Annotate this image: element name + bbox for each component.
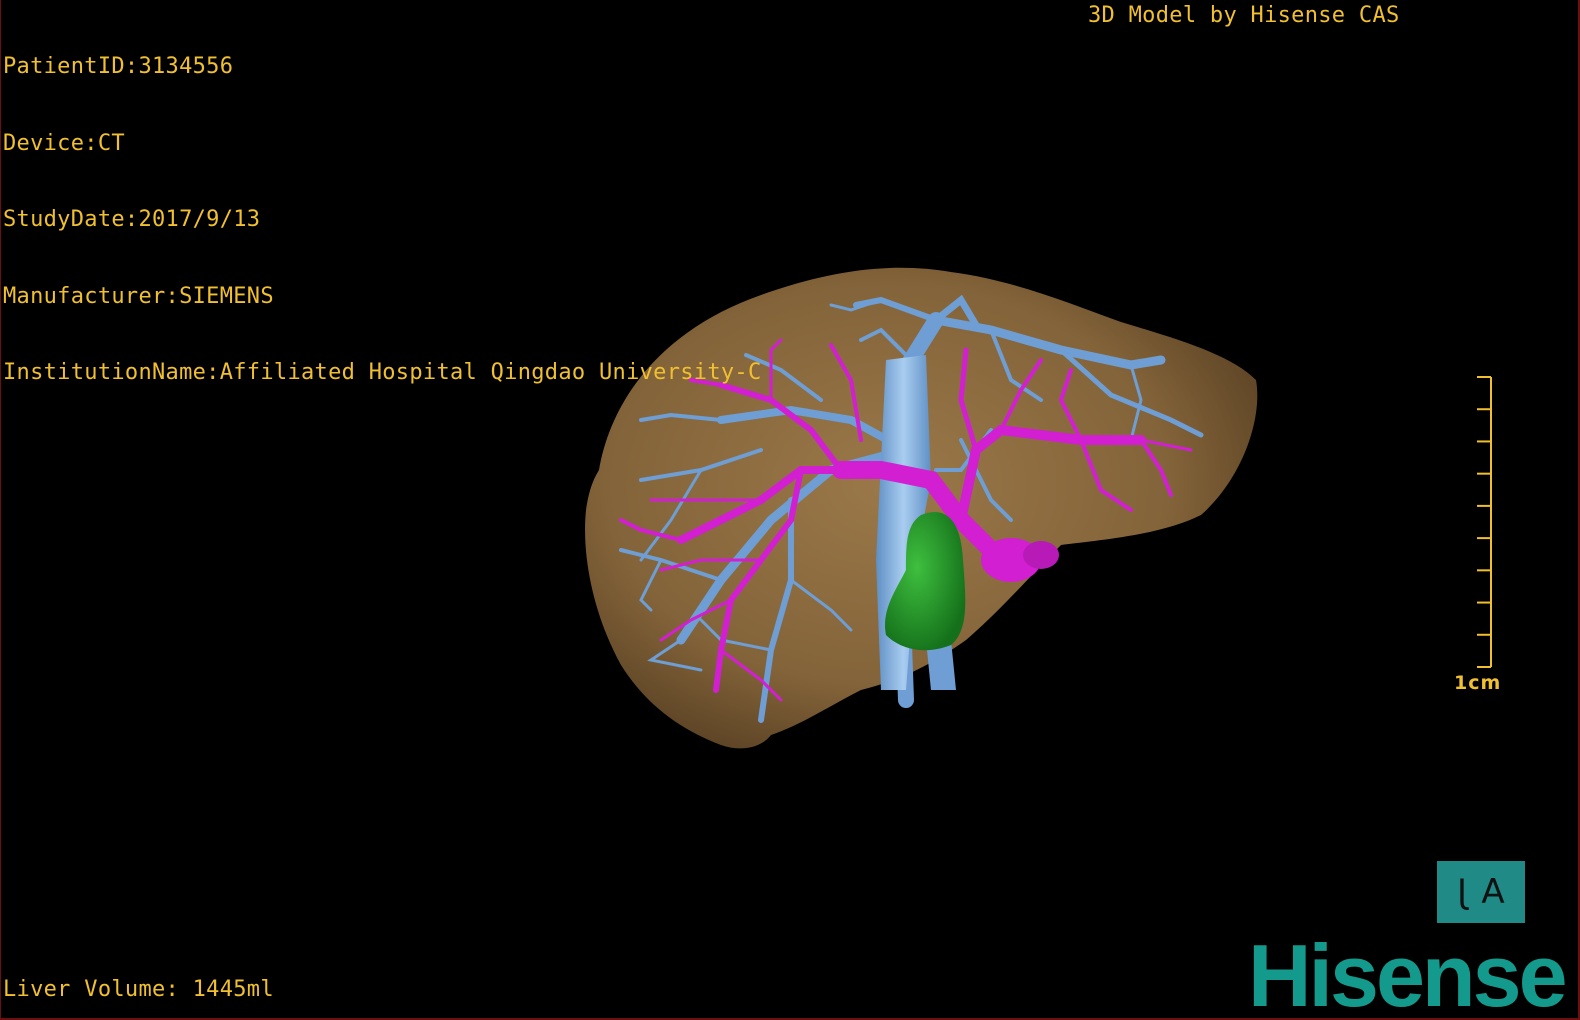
orientation-anterior-label: A [1481,872,1505,912]
patient-info-overlay: PatientID:3134556 Device:CT StudyDate:20… [3,3,762,437]
device-text: Device:CT [3,130,125,156]
scale-bar [1477,376,1492,668]
study-date-text: StudyDate:2017/9/13 [3,207,261,232]
patient-id-text: PatientID:3134556 [3,54,234,79]
orientation-cube[interactable]: J A [1437,861,1525,923]
3d-render-viewport[interactable]: PatientID:3134556 Device:CT StudyDate:20… [0,0,1580,1020]
hisense-logo: Hisense [1248,926,1568,1020]
institution-text: InstitutionName:Affiliated Hospital Qing… [3,360,762,385]
scale-bar-label: 1cm [1454,672,1502,694]
portal-trunk-end [1023,541,1059,569]
model-credit-text: 3D Model by Hisense CAS [1088,3,1400,28]
liver-volume-text: Liver Volume: 1445ml [3,977,274,1002]
manufacturer-text: Manufacturer:SIEMENS [3,283,274,309]
orientation-left-label: J [1457,872,1468,912]
